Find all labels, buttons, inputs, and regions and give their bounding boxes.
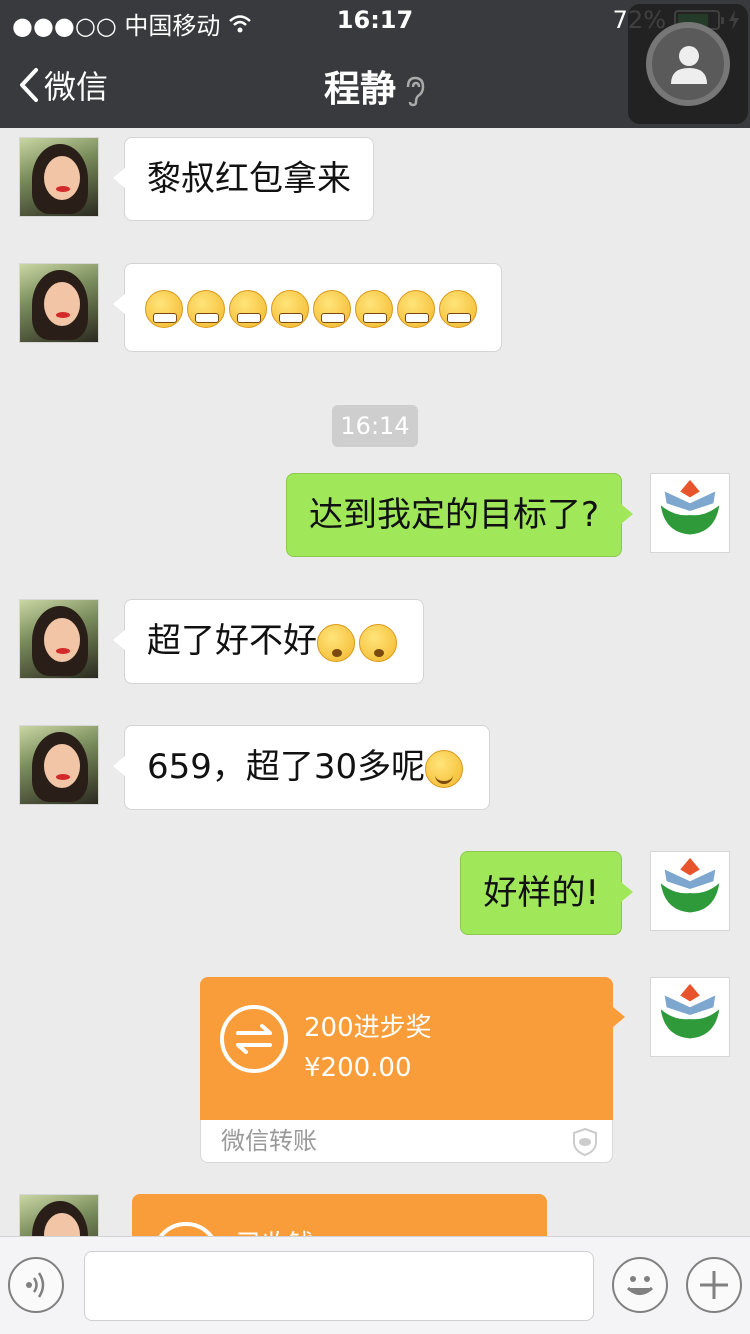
transfer-amount: ¥200.00 [304,1053,412,1083]
avatar-lips [56,648,70,654]
timestamp: 16:14 [332,405,418,447]
person-icon [671,46,707,84]
my-avatar[interactable] [650,851,730,931]
contact-avatar[interactable] [19,137,99,217]
grin-icon [229,289,267,328]
voice-toggle-button[interactable] [8,1257,64,1313]
transfer-title: 200进步奖 [304,1013,432,1043]
transfer-footer-label: 微信转账 [221,1127,317,1155]
my-avatar[interactable] [650,977,730,1057]
grin-icon [187,289,225,328]
grin-icon [355,289,393,328]
message-input[interactable] [84,1251,594,1321]
message-bubble[interactable] [113,263,502,352]
top-bar: ●●●○○ 中国移动 16:17 72% 微信 程静 [0,0,750,128]
avatar-face [44,744,80,788]
grin-icon [397,289,435,328]
message-text: 659，超了30多呢 [147,747,426,787]
my-avatar[interactable] [650,473,730,553]
transfer-icon [220,1005,288,1073]
contact-avatar[interactable] [19,263,99,343]
input-bar [0,1236,750,1334]
smiley-face-icon [626,1276,654,1295]
avatar-lips [56,186,70,192]
floating-voice-button[interactable] [628,4,748,124]
contact-avatar[interactable] [19,725,99,805]
transfer-footer: 微信转账 [200,1120,613,1163]
grin-icon [313,289,351,328]
message-bubble[interactable]: 659，超了30多呢 [112,725,491,810]
transfer-card[interactable]: 200进步奖 ¥200.00 微信转账 [200,977,625,1163]
grin-icon [439,289,477,328]
grin-icon [271,289,309,328]
transfer-card-top: 200进步奖 ¥200.00 [200,977,625,1120]
message-bubble[interactable]: 好样的! [460,851,633,935]
voice-icon [26,1272,45,1298]
message-text: 超了好不好 [147,621,317,661]
ear-icon [406,76,425,107]
message-text: 达到我定的目标了? [308,495,599,535]
avatar-lips [56,774,70,780]
message-bubble[interactable]: 达到我定的目标了? [285,473,634,557]
contact-avatar[interactable] [19,599,99,679]
message-text: 黎叔红包拿来 [147,159,351,199]
message-bubble[interactable]: 黎叔红包拿来 [113,137,374,221]
plus-icon [700,1271,728,1299]
emoji-button[interactable] [612,1257,668,1313]
sleepy-icon [317,623,355,662]
transfer-arrows-icon [236,1024,272,1054]
avatar-face [44,156,80,200]
grin-icon [145,289,183,328]
sleepy-icon [359,623,397,662]
avatar-lips [56,312,70,318]
contact-name: 程静 [323,69,396,110]
smile-icon [425,749,464,788]
avatar-face [44,618,80,662]
avatar-face [44,282,80,326]
shield-icon [573,1127,597,1157]
message-text: 好样的! [483,873,599,913]
more-button[interactable] [686,1257,742,1313]
message-bubble[interactable]: 超了好不好 [113,599,424,684]
